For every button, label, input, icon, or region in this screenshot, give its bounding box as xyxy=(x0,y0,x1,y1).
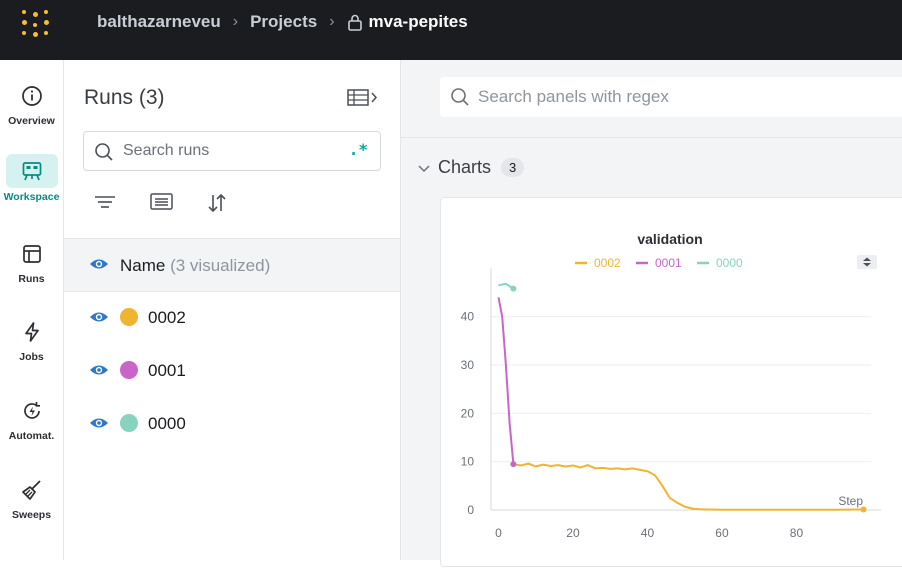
nav-automations[interactable]: Automat. xyxy=(0,397,63,442)
left-nav: Overview Workspace Runs Jobs Automat. Sw… xyxy=(0,60,64,560)
workspace-icon xyxy=(5,154,58,188)
nav-workspace[interactable]: Workspace xyxy=(0,154,63,203)
breadcrumb-project[interactable]: mva-pepites xyxy=(347,12,468,32)
x-axis-label: Step xyxy=(838,494,863,508)
lock-icon xyxy=(347,14,362,31)
search-runs-input[interactable]: Search runs .* xyxy=(83,131,381,171)
nav-label: Jobs xyxy=(19,351,44,363)
section-title: Charts xyxy=(438,157,492,177)
search-icon xyxy=(95,143,113,161)
series-line-0002 xyxy=(513,462,864,511)
broom-icon xyxy=(18,476,46,504)
info-icon xyxy=(18,82,46,110)
breadcrumb: balthazarneveu › Projects › mva-pepites xyxy=(97,12,468,32)
nav-label: Workspace xyxy=(3,191,60,203)
y-tick-label: 40 xyxy=(461,310,475,324)
chevron-right-icon: › xyxy=(329,13,335,30)
group-icon[interactable] xyxy=(150,192,173,212)
x-tick-label: 20 xyxy=(566,526,580,540)
nav-label: Overview xyxy=(8,115,55,127)
table-icon xyxy=(18,240,46,268)
runs-title: Runs (3) xyxy=(84,86,165,109)
eye-icon[interactable] xyxy=(89,363,109,377)
x-tick-label: 60 xyxy=(715,526,729,540)
x-tick-label: 80 xyxy=(790,526,804,540)
divider xyxy=(401,137,902,138)
run-name[interactable]: 0002 xyxy=(148,308,186,328)
lightning-icon xyxy=(18,318,46,346)
nav-label: Automat. xyxy=(8,430,55,442)
nav-runs[interactable]: Runs xyxy=(0,240,63,285)
breadcrumb-projects[interactable]: Projects xyxy=(250,12,317,32)
run-color-dot[interactable] xyxy=(120,361,138,379)
expand-table-icon[interactable] xyxy=(347,88,379,108)
legend-label: 0002 xyxy=(594,256,621,270)
legend-label: 0001 xyxy=(655,256,682,270)
filter-icon[interactable] xyxy=(94,192,116,212)
run-name[interactable]: 0000 xyxy=(148,414,186,434)
run-row[interactable]: 0002 xyxy=(64,292,400,345)
y-tick-label: 10 xyxy=(461,455,475,469)
run-color-dot[interactable] xyxy=(120,308,138,326)
eye-icon[interactable] xyxy=(89,310,109,324)
run-color-dot[interactable] xyxy=(120,414,138,432)
run-row[interactable]: 0000 xyxy=(64,398,400,451)
x-tick-label: 0 xyxy=(495,526,502,540)
name-label: Name xyxy=(120,256,166,275)
main-area: Search panels with regex Charts 3 valida… xyxy=(401,60,902,567)
automation-icon xyxy=(18,397,46,425)
y-tick-label: 30 xyxy=(461,358,475,372)
wandb-logo-icon[interactable] xyxy=(22,10,52,40)
legend-scroll-button xyxy=(857,255,877,269)
search-icon xyxy=(451,88,469,106)
breadcrumb-user[interactable]: balthazarneveu xyxy=(97,12,221,32)
series-line-0001 xyxy=(497,297,515,465)
run-row[interactable]: 0001 xyxy=(64,345,400,398)
sort-icon[interactable] xyxy=(206,192,228,213)
eye-icon[interactable] xyxy=(89,257,109,271)
chevron-down-icon[interactable] xyxy=(418,160,430,176)
project-name: mva-pepites xyxy=(368,12,468,31)
name-column-header[interactable]: Name (3 visualized) xyxy=(120,256,270,276)
nav-label: Runs xyxy=(18,273,45,285)
nav-sweeps[interactable]: Sweeps xyxy=(0,476,63,521)
series-end-point-0000 xyxy=(510,285,517,292)
panel-search-input[interactable]: Search panels with regex xyxy=(440,77,902,117)
chart-panel[interactable]: validation 0002 0001 0000 0 10 20 30 40 0 20 40 60 80… xyxy=(440,197,902,567)
panel-search-placeholder: Search panels with regex xyxy=(478,87,669,106)
nav-label: Sweeps xyxy=(11,509,52,521)
series-end-point-0002 xyxy=(860,506,867,513)
chevron-right-icon: › xyxy=(232,13,239,30)
charts-section-header[interactable]: Charts 3 xyxy=(418,157,525,178)
top-bar: balthazarneveu › Projects › mva-pepites xyxy=(0,0,902,60)
y-tick-label: 0 xyxy=(467,503,474,517)
x-tick-label: 40 xyxy=(641,526,655,540)
runs-table-header: Name (3 visualized) xyxy=(64,238,400,292)
search-runs-placeholder: Search runs xyxy=(123,142,210,159)
chart-title: validation xyxy=(637,231,702,247)
visualized-count: (3 visualized) xyxy=(170,256,271,275)
legend-label: 0000 xyxy=(716,256,743,270)
runs-panel: Runs (3) Search runs .* Name (3 visualiz… xyxy=(64,60,401,560)
eye-icon[interactable] xyxy=(89,416,109,430)
y-tick-label: 20 xyxy=(461,406,475,420)
validation-chart: validation0002 0001 00000102030400 20 40 60 80… xyxy=(461,231,881,540)
section-count-badge: 3 xyxy=(501,158,525,177)
series-end-point-0001 xyxy=(510,461,517,468)
regex-toggle[interactable]: .* xyxy=(349,140,368,159)
nav-jobs[interactable]: Jobs xyxy=(0,318,63,363)
nav-overview[interactable]: Overview xyxy=(0,82,63,127)
run-name[interactable]: 0001 xyxy=(148,361,186,381)
runs-toolbar xyxy=(94,192,228,213)
